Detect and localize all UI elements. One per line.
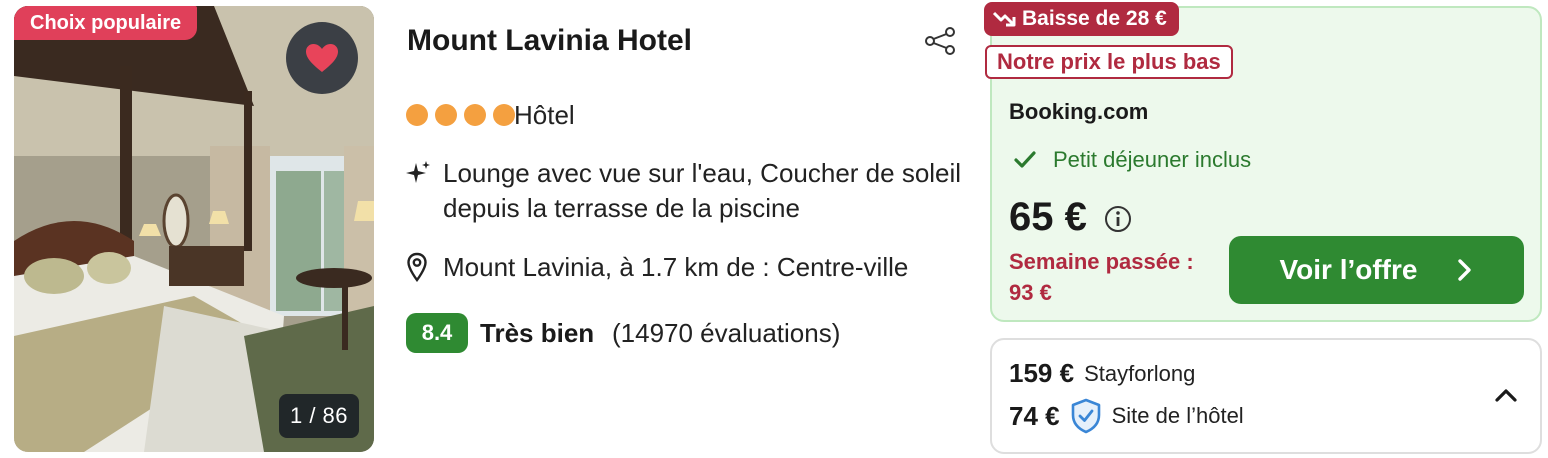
price-drop-label: Baisse de 28 € bbox=[1022, 7, 1167, 30]
rating-count[interactable]: (14970 évaluations) bbox=[612, 318, 840, 349]
other-offer-row[interactable]: 74 € Site de l’hôtel bbox=[1009, 398, 1244, 434]
share-button[interactable] bbox=[922, 26, 958, 56]
trend-down-icon bbox=[992, 11, 1016, 27]
hotel-name[interactable]: Mount Lavinia Hotel bbox=[407, 24, 692, 58]
price-drop-badge: Baisse de 28 € bbox=[984, 2, 1179, 36]
rating-label: Très bien bbox=[480, 318, 595, 348]
chevron-right-icon bbox=[1458, 259, 1472, 281]
hotel-type: Hôtel bbox=[514, 100, 575, 130]
info-icon[interactable] bbox=[1104, 205, 1132, 233]
other-offer-row[interactable]: 159 € Stayforlong bbox=[1009, 358, 1195, 389]
location-pin-icon bbox=[407, 252, 427, 282]
offer-price: 65 € bbox=[1009, 195, 1087, 239]
favorite-button[interactable] bbox=[286, 22, 358, 94]
hotel-location: Mount Lavinia, à 1.7 km de : Centre-vill… bbox=[443, 252, 909, 282]
other-offer-price: 74 € bbox=[1009, 400, 1060, 431]
photo-counter: 1 / 86 bbox=[279, 394, 359, 438]
last-week-price: Semaine passée : 93 € bbox=[1009, 249, 1194, 305]
star-dot-icon bbox=[406, 104, 428, 126]
view-offer-button[interactable]: Voir l’offre bbox=[1229, 236, 1524, 304]
sparkle-icon bbox=[406, 161, 430, 183]
star-rating bbox=[406, 104, 515, 126]
verified-shield-icon bbox=[1071, 398, 1100, 434]
check-icon bbox=[1014, 151, 1036, 168]
popular-badge: Choix populaire bbox=[14, 6, 198, 40]
rating-score-badge: 8.4 bbox=[406, 313, 468, 353]
heart-icon bbox=[306, 44, 338, 72]
other-offer-price: 159 € bbox=[1009, 358, 1075, 388]
offer-provider: Booking.com bbox=[1009, 99, 1149, 124]
offer-perk: Petit déjeuner inclus bbox=[1053, 147, 1252, 172]
star-dot-icon bbox=[493, 104, 515, 126]
other-offer-provider: Site de l’hôtel bbox=[1111, 403, 1244, 428]
lowest-price-badge: Notre prix le plus bas bbox=[985, 45, 1233, 79]
other-offers-card[interactable] bbox=[990, 338, 1542, 454]
share-icon bbox=[925, 27, 955, 55]
chevron-up-icon[interactable] bbox=[1492, 384, 1520, 406]
other-offer-provider: Stayforlong bbox=[1084, 360, 1196, 386]
star-dot-icon bbox=[464, 104, 486, 126]
hotel-amenities: Lounge avec vue sur l'eau, Coucher de so… bbox=[443, 158, 962, 223]
hotel-photo[interactable]: Choix populaire 1 / 86 bbox=[14, 6, 374, 452]
view-offer-label: Voir l’offre bbox=[1279, 254, 1418, 285]
star-dot-icon bbox=[435, 104, 457, 126]
